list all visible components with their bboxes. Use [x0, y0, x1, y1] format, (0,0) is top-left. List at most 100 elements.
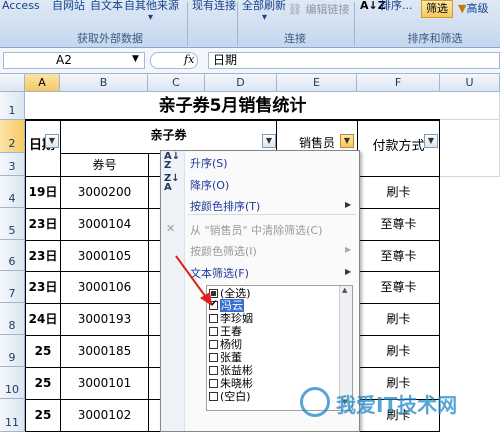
- table-cell-date[interactable]: 25: [25, 367, 61, 400]
- checkbox[interactable]: [209, 326, 218, 336]
- clear-filter-icon: ✕: [166, 222, 176, 235]
- sheet-title[interactable]: 亲子券5月销售统计: [25, 92, 440, 120]
- scroll-up-icon[interactable]: ▲: [342, 286, 347, 294]
- table-cell-no[interactable]: 3000101: [60, 367, 149, 400]
- ribbon-filter-button[interactable]: 筛选: [421, 0, 453, 18]
- ribbon-sort-button[interactable]: 排序...: [380, 0, 413, 12]
- header-payment[interactable]: 付款方式: [357, 120, 440, 177]
- table-cell-pay[interactable]: 刷卡: [357, 335, 440, 368]
- logo-ring-icon: [300, 387, 330, 417]
- row-header-7[interactable]: 7: [0, 271, 25, 303]
- column-header-d[interactable]: D: [205, 74, 277, 92]
- table-cell-no[interactable]: 3000102: [60, 399, 149, 432]
- column-header-f[interactable]: F: [357, 74, 440, 92]
- group-label-connections: 连接: [284, 32, 306, 45]
- list-item[interactable]: 杨彻: [209, 338, 242, 351]
- list-item[interactable]: 朱晓彬: [209, 377, 253, 390]
- table-cell-date[interactable]: 24日: [25, 303, 61, 336]
- checkbox[interactable]: [209, 378, 218, 388]
- ribbon: Access 自网站 自文本 自其他来源 ▾ 现有连接 全部刷新 ▾ ⛓ 编辑链…: [0, 0, 500, 48]
- column-header-a[interactable]: A: [25, 74, 60, 92]
- row-header-1[interactable]: 1: [0, 92, 25, 120]
- ribbon-web-button[interactable]: 自网站: [52, 0, 85, 12]
- ribbon-refresh-all-button[interactable]: 全部刷新: [242, 0, 286, 12]
- name-box[interactable]: A2: [3, 52, 145, 69]
- table-cell-pay[interactable]: 至尊卡: [357, 271, 440, 304]
- ribbon-other-sources-button[interactable]: 自其他来源: [124, 0, 179, 12]
- select-all-corner[interactable]: [0, 74, 25, 92]
- filter-dropdown-date[interactable]: ▼: [45, 134, 59, 148]
- column-header-b[interactable]: B: [60, 74, 148, 92]
- submenu-arrow-icon: ▶: [345, 245, 352, 254]
- table-cell-no[interactable]: 3000105: [60, 240, 149, 272]
- chevron-down-icon[interactable]: ▾: [262, 12, 267, 23]
- sort-asc-icon: A↓ Z: [164, 151, 181, 171]
- table-cell-pay[interactable]: 至尊卡: [357, 240, 440, 272]
- row-header-4[interactable]: 4: [0, 176, 25, 208]
- filter-dropdown-seller[interactable]: ▼: [340, 134, 354, 148]
- table-cell-date[interactable]: 25: [25, 399, 61, 432]
- ribbon-advanced-button[interactable]: ▼高级: [458, 3, 488, 15]
- ribbon-text-button[interactable]: 自文本: [90, 0, 123, 12]
- ribbon-access-button[interactable]: Access: [2, 0, 40, 12]
- table-cell-pay[interactable]: 刷卡: [357, 303, 440, 336]
- filter-dropdown-coupon[interactable]: ▼: [262, 134, 276, 148]
- row-header-3[interactable]: 3: [0, 153, 25, 176]
- submenu-arrow-icon: ▶: [345, 267, 352, 276]
- checkbox[interactable]: [209, 313, 218, 323]
- ribbon-existing-connections-button[interactable]: 现有连接: [192, 0, 236, 12]
- list-item[interactable]: 王春: [209, 325, 242, 338]
- list-item[interactable]: 张董: [209, 351, 242, 364]
- checkbox[interactable]: [209, 391, 218, 401]
- table-cell-no[interactable]: 3000185: [60, 335, 149, 368]
- chevron-down-icon[interactable]: ▾: [148, 12, 153, 23]
- column-header-c[interactable]: C: [148, 74, 205, 92]
- table-cell-no[interactable]: 3000104: [60, 208, 149, 241]
- table-cell-date[interactable]: 23日: [25, 240, 61, 272]
- header-coupon-no[interactable]: 券号: [60, 153, 149, 177]
- checkbox[interactable]: [209, 339, 218, 349]
- divider: [354, 2, 355, 46]
- row-header-8[interactable]: 8: [0, 303, 25, 335]
- row-header-6[interactable]: 6: [0, 240, 25, 271]
- table-cell-pay[interactable]: 至尊卡: [357, 208, 440, 241]
- group-label-external-data: 获取外部数据: [77, 32, 143, 45]
- table-cell-date[interactable]: 25: [25, 335, 61, 368]
- header-coupon[interactable]: 亲子券: [60, 120, 277, 154]
- table-cell-no[interactable]: 3000200: [60, 176, 149, 209]
- watermark-logo: 我爱IT技术网: [300, 385, 500, 432]
- row-header-9[interactable]: 9: [0, 335, 25, 367]
- cell[interactable]: [440, 120, 500, 177]
- row-header-10[interactable]: 10: [0, 367, 25, 399]
- table-cell-no[interactable]: 3000106: [60, 271, 149, 304]
- row-header-11[interactable]: 11: [0, 399, 25, 432]
- cell[interactable]: [440, 92, 500, 120]
- menu-item-sort-asc[interactable]: 升序(S): [190, 155, 228, 171]
- table-cell-pay[interactable]: 刷卡: [357, 176, 440, 209]
- ribbon-edit-links-button[interactable]: ⛓ 编辑链接: [288, 4, 349, 16]
- formula-input[interactable]: 日期: [208, 52, 500, 69]
- menu-item-sort-by-color[interactable]: 按颜色排序(T): [190, 198, 260, 214]
- menu-item-sort-desc[interactable]: 降序(O): [190, 177, 229, 193]
- chevron-down-icon[interactable]: ▼: [132, 54, 139, 64]
- divider: [237, 2, 238, 46]
- checkbox[interactable]: [209, 365, 218, 375]
- filter-dropdown-payment[interactable]: ▼: [424, 134, 438, 148]
- table-cell-no[interactable]: 3000193: [60, 303, 149, 336]
- checkbox[interactable]: [209, 352, 218, 362]
- table-cell-date[interactable]: 19日: [25, 176, 61, 209]
- sort-desc-icon: Z↓ A: [164, 173, 180, 193]
- list-item[interactable]: (空白): [209, 390, 251, 403]
- menu-item-clear-filter[interactable]: 从 "销售员" 中清除筛选(C): [190, 222, 322, 238]
- row-header-2[interactable]: 2: [0, 120, 25, 153]
- header-date[interactable]: 日期: [25, 120, 61, 177]
- list-item[interactable]: 张益彬: [209, 364, 253, 377]
- table-cell-date[interactable]: 23日: [25, 271, 61, 304]
- column-header-u[interactable]: U: [440, 74, 500, 92]
- table-cell-date[interactable]: 23日: [25, 208, 61, 241]
- column-header-e[interactable]: E: [277, 74, 357, 92]
- function-icon[interactable]: fx: [184, 53, 194, 66]
- row-header-5[interactable]: 5: [0, 208, 25, 240]
- group-label-sort-filter: 排序和筛选: [407, 32, 463, 45]
- list-item[interactable]: 李珍姻: [209, 312, 253, 325]
